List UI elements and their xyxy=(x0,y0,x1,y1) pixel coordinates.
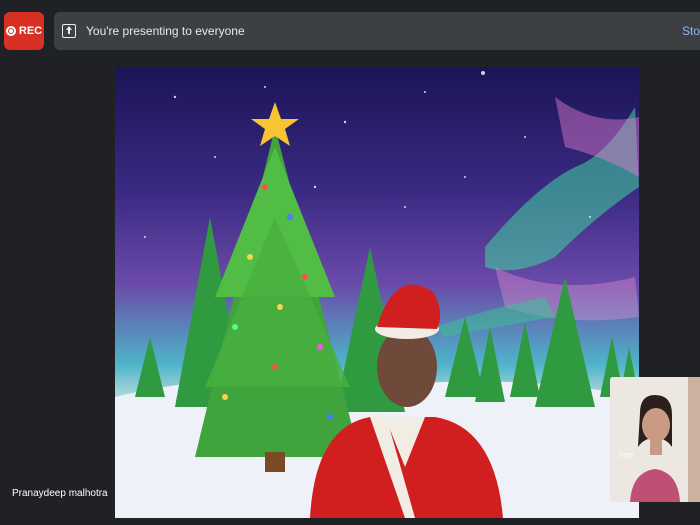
self-video xyxy=(610,377,700,502)
record-icon xyxy=(5,26,16,36)
stop-presenting-button[interactable]: Stop presenting xyxy=(682,12,700,50)
self-view-tile[interactable]: You xyxy=(610,377,700,502)
self-view-label: You xyxy=(618,450,634,460)
presenting-banner: You're presenting to everyone Stop prese… xyxy=(54,12,700,50)
presenting-message: You're presenting to everyone xyxy=(86,24,245,38)
present-screen-icon xyxy=(62,24,76,38)
recording-label: REC xyxy=(18,25,43,37)
participant-name-label: Pranaydeep malhotra xyxy=(12,488,108,499)
christmas-background-scene xyxy=(115,71,639,518)
recording-indicator[interactable]: REC xyxy=(4,12,44,50)
main-participant-video xyxy=(115,67,639,518)
